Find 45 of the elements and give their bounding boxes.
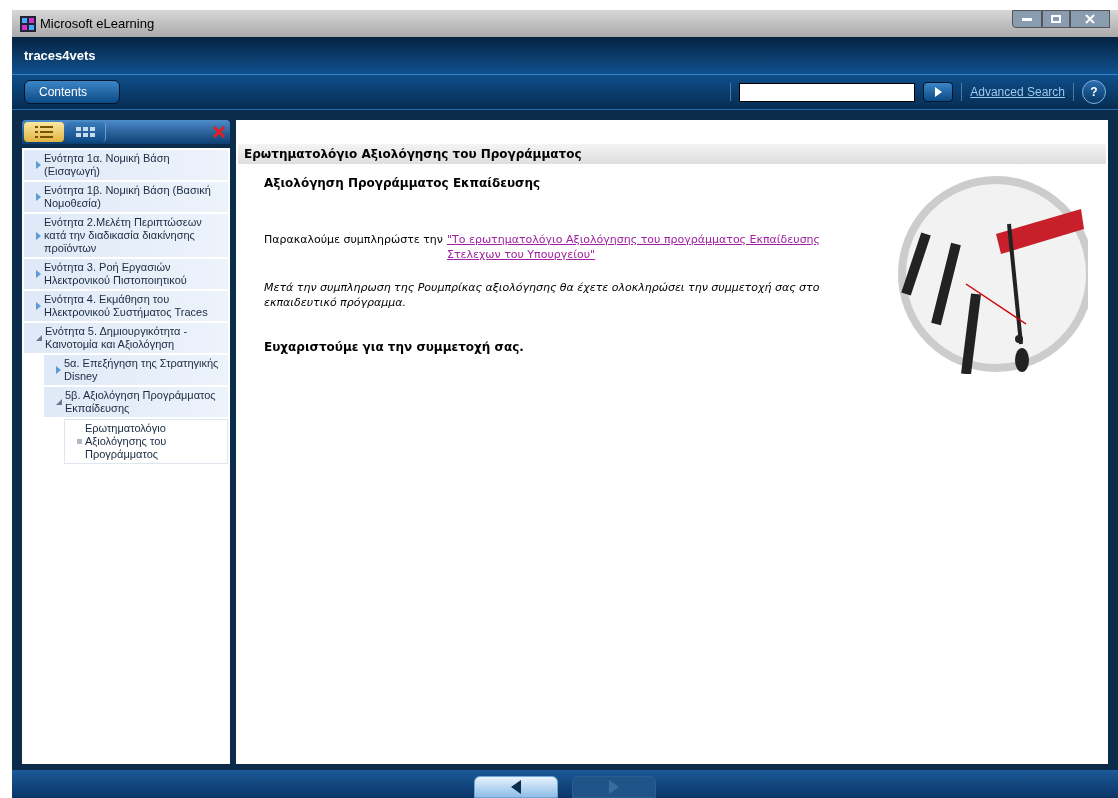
help-button[interactable]: ? [1082,80,1106,104]
back-arrow-icon [510,780,522,794]
tree-item[interactable]: 5β. Αξιολόγηση Προγράμματος Εκπαίδευσης [44,387,228,417]
expand-arrow-icon [36,231,41,240]
tree-item[interactable]: Ενότητα 2.Μελέτη Περιπτώσεων κατά την διαδικασία διακίνησης προϊόντων [24,214,228,257]
grid-icon [75,126,96,138]
minimize-button[interactable] [1012,10,1042,28]
questionnaire-link[interactable]: "Το ερωτηματολόγιο Αξιολόγησης του προγράμματος Εκπαίδευσης Στελεχων του Υπουργείου" [446,232,824,262]
tree-item[interactable]: Ενότητα 4. Εκμάθηση του Ηλεκτρονικού Συστήματος Traces [24,291,228,321]
tree-item[interactable]: Ενότητα 1α. Νομική Βάση (Εισαγωγή) [24,150,228,180]
window-title: Microsoft eLearning [40,14,155,33]
list-icon [35,126,53,138]
advanced-search-link[interactable]: Advanced Search [970,83,1065,101]
grid-view-tab[interactable] [66,122,106,142]
app-icon [20,15,36,32]
play-icon [934,87,943,97]
bullet-icon [77,439,82,444]
close-button[interactable] [1070,10,1110,28]
expand-arrow-icon [36,302,41,310]
contents-button[interactable]: Contents [24,80,120,104]
search-field[interactable] [739,82,916,102]
close-icon [212,125,226,139]
collapse-arrow-icon [56,399,62,405]
thanks-text: Ευχαριστούμε για την συμμετοχή σας. [264,339,525,356]
list-view-tab[interactable] [24,122,64,142]
collapse-arrow-icon [36,335,42,341]
tree-item[interactable]: Ενότητα 3. Ροή Εργασιών Ηλεκτρονικού Πιστοποιητικού [24,259,228,289]
course-title: traces4vets [24,46,96,65]
maximize-button[interactable] [1042,10,1070,28]
tree-item[interactable]: Ενότητα 5. Δημιουργικότητα - Καινοτομία και Αξιολόγηση [24,323,228,353]
note-text: Μετά την συμπληρωση της Ρουμπρίκας αξιολόγησης θα έχετε ολοκληρώσει την συμμετοχή σας στο εκπαιδευτικό πρόγραμμα. [264,280,821,310]
expand-arrow-icon [36,193,41,201]
previous-button[interactable] [474,776,558,798]
expand-arrow-icon [36,161,41,169]
expand-arrow-icon [56,366,61,374]
tree-item[interactable]: Ενότητα 1β. Νομική Βάση (Βασική Νομοθεσία) [24,182,228,212]
tree-item[interactable]: Ερωτηματολόγιο Αξιολόγησης του Προγράμματος [64,419,228,464]
page-title: Ερωτηματολόγιο Αξιολόγησης του Προγράμματος [244,146,582,163]
request-text: Παρακαλούμε συμπληρώστε την [264,232,443,247]
search-go-button[interactable] [923,82,954,102]
close-icon [1085,14,1095,24]
expand-arrow-icon [36,270,41,278]
heading: Αξιολόγηση Προγράμματος Εκπαίδευσης [264,175,542,192]
forward-arrow-icon [608,780,620,794]
tree-item[interactable]: 5α. Επεξήγηση της Στρατηγικής Disney [44,355,228,385]
